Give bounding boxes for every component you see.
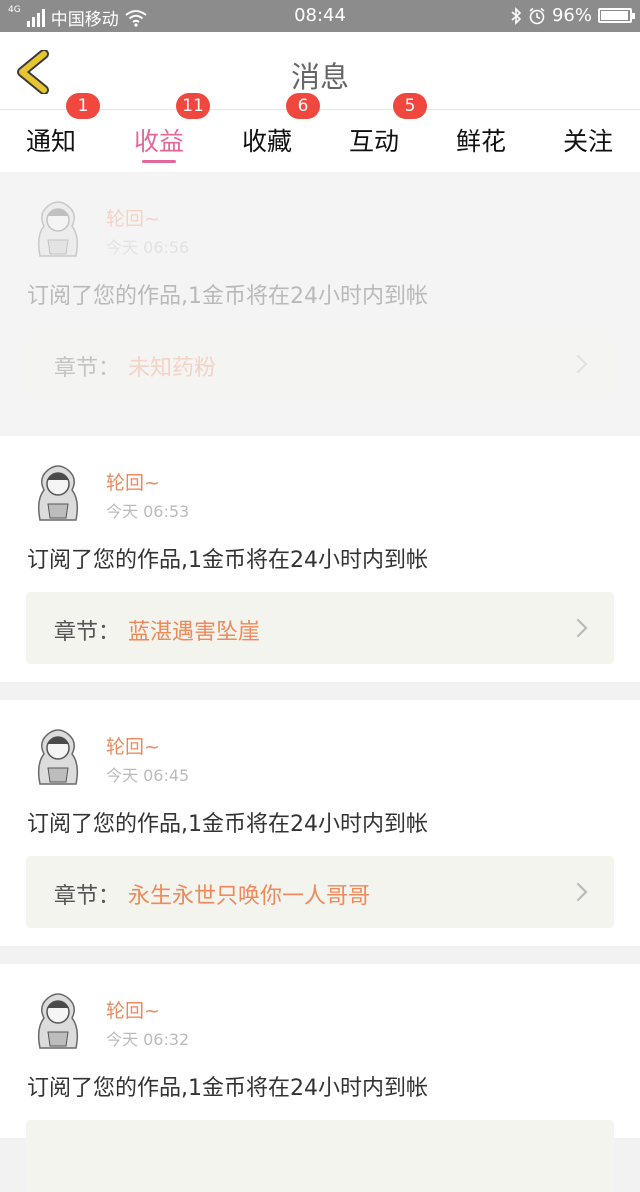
battery-percent: 96% [551,5,592,26]
tab-follows[interactable]: 关注 [533,110,640,172]
avatar [37,729,79,785]
tab-label: 关注 [562,127,613,156]
chapter-link[interactable]: 章节： 未知药粉 [26,328,614,400]
status-right: 96% [510,5,635,26]
chapter-link[interactable]: 章节： 永生永世只唤你一人哥哥 [26,856,614,928]
tab-interactions[interactable]: 互动 5 [319,93,429,172]
badge: 1 [66,93,100,119]
timestamp: 今天 06:45 [106,766,190,785]
battery-icon [598,8,635,23]
chapter-link[interactable]: 章节： 蓝湛遇害坠崖 [26,592,614,664]
active-tab-indicator [142,160,176,163]
chapter-title: 未知药粉 [128,356,217,381]
username: 轮回~ [106,1000,160,1022]
chevron-right-icon [576,882,588,902]
chapter-title: 永生永世只唤你一人哥哥 [128,884,371,909]
message-card[interactable]: 轮回~ 今天 06:32 订阅了您的作品,1金币将在24小时内到帐 [0,964,640,1192]
tab-label: 鲜花 [455,127,506,156]
message-card[interactable]: 轮回~ 今天 06:53 订阅了您的作品,1金币将在24小时内到帐 章节： 蓝湛… [0,436,640,682]
timestamp: 今天 06:56 [106,238,190,257]
message-card[interactable]: 轮回~ 今天 06:56 订阅了您的作品,1金币将在24小时内到帐 章节： 未知… [0,172,640,436]
tab-label: 互动 [348,127,399,156]
chapter-link[interactable] [26,1120,614,1192]
tab-label: 通知 [25,127,76,156]
message-card[interactable]: 轮回~ 今天 06:45 订阅了您的作品,1金币将在24小时内到帐 章节： 永生… [0,700,640,946]
page-title: 消息 [290,60,349,94]
timestamp: 今天 06:53 [106,502,190,521]
tab-label: 收藏 [241,127,292,156]
battery-fill [601,11,628,20]
message-text: 订阅了您的作品,1金币将在24小时内到帐 [27,812,428,837]
badge: 11 [176,93,210,119]
badge: 5 [393,93,427,119]
status-bar: 4G 中国移动 08:44 96% [0,0,640,32]
message-text: 订阅了您的作品,1金币将在24小时内到帐 [27,548,428,573]
chapter-label: 章节： [54,620,121,645]
chevron-right-icon [576,354,588,374]
username: 轮回~ [106,472,160,494]
tab-favorites[interactable]: 收藏 6 [212,93,322,172]
username: 轮回~ [106,736,160,758]
tab-flowers[interactable]: 鲜花 [426,110,536,172]
message-text: 订阅了您的作品,1金币将在24小时内到帐 [27,284,428,309]
avatar [37,201,79,257]
message-text: 订阅了您的作品,1金币将在24小时内到帐 [27,1076,428,1101]
chapter-label: 章节： [54,356,121,381]
chapter-label: 章节： [54,884,121,909]
bluetooth-icon [511,6,522,25]
tab-notifications[interactable]: 通知 1 [0,93,106,172]
chevron-right-icon [576,618,588,638]
tab-bar: 通知 1 收益 11 收藏 6 互动 5 鲜花 关注 [0,93,640,172]
chapter-title: 蓝湛遇害坠崖 [128,620,261,645]
tab-earnings[interactable]: 收益 11 [104,93,214,172]
avatar [37,993,79,1049]
tab-label: 收益 [133,127,184,156]
username: 轮回~ [106,208,160,230]
badge: 6 [286,93,320,119]
alarm-icon [529,7,545,24]
avatar [37,465,79,521]
timestamp: 今天 06:32 [106,1030,190,1049]
